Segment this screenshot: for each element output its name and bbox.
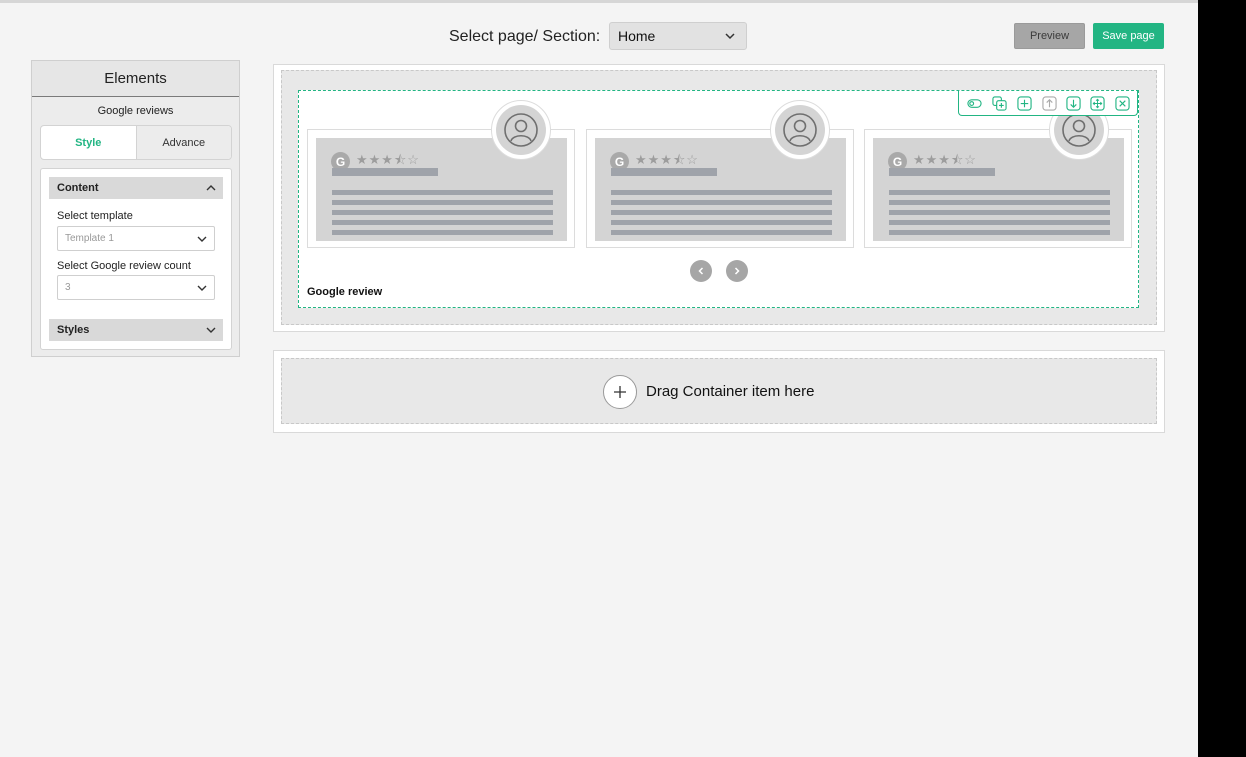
- review-title-placeholder: [332, 168, 438, 176]
- move-icon[interactable]: [1090, 96, 1105, 111]
- review-text-placeholder: [889, 220, 1110, 225]
- review-text-placeholder: [611, 190, 832, 195]
- review-text-placeholder: [611, 200, 832, 205]
- settings-accordion: Content Select template Template 1 Selec…: [40, 168, 232, 350]
- chevron-left-icon: [698, 267, 704, 275]
- review-title-placeholder: [889, 168, 995, 176]
- save-page-button[interactable]: Save page: [1093, 23, 1164, 49]
- template-select[interactable]: Template 1: [57, 226, 215, 251]
- chevron-down-icon: [206, 327, 216, 333]
- carousel-next-button[interactable]: [726, 260, 748, 282]
- review-count-select[interactable]: 3: [57, 275, 215, 300]
- review-text-placeholder: [332, 210, 553, 215]
- review-text-placeholder: [611, 210, 832, 215]
- styles-section-header[interactable]: Styles: [49, 319, 223, 341]
- elements-panel: Elements Google reviews Style Advance Co…: [31, 60, 240, 357]
- element-name: Google reviews: [97, 105, 174, 117]
- move-down-icon[interactable]: [1066, 96, 1081, 111]
- avatar: [770, 100, 830, 160]
- chevron-up-icon: [206, 185, 216, 191]
- tab-style[interactable]: Style: [41, 126, 137, 159]
- styles-section-title: Styles: [57, 324, 90, 336]
- chevron-right-icon: [734, 267, 740, 275]
- review-text-placeholder: [332, 200, 553, 205]
- review-text-placeholder: [332, 190, 553, 195]
- plus-icon: [614, 386, 626, 398]
- review-text-placeholder: [889, 190, 1110, 195]
- review-text-placeholder: [889, 210, 1110, 215]
- avatar: [491, 100, 551, 160]
- panel-title: Elements: [32, 61, 239, 97]
- review-title-placeholder: [611, 168, 717, 176]
- add-icon[interactable]: [1017, 96, 1032, 111]
- chevron-down-icon: [197, 236, 207, 242]
- review-text-placeholder: [889, 200, 1110, 205]
- content-section-header[interactable]: Content: [49, 177, 223, 199]
- review-count-field-label: Select Google review count: [57, 260, 191, 272]
- move-up-icon[interactable]: [1042, 96, 1057, 111]
- content-section-title: Content: [57, 182, 99, 194]
- toggle-icon[interactable]: [967, 96, 982, 111]
- close-icon[interactable]: [1115, 96, 1130, 111]
- drag-container-hint: Drag Container item here: [646, 383, 815, 400]
- template-field-label: Select template: [57, 210, 133, 222]
- panel-tabs: Style Advance: [40, 125, 232, 160]
- review-text-placeholder: [889, 230, 1110, 235]
- review-text-placeholder: [611, 220, 832, 225]
- user-icon: [496, 105, 546, 155]
- review-count-select-value: 3: [65, 282, 71, 293]
- page-section-select[interactable]: Home: [609, 22, 747, 50]
- chevron-down-icon: [725, 33, 735, 40]
- widget-toolbar: [958, 91, 1138, 116]
- widget-label: Google review: [307, 286, 383, 298]
- section-select-label: Select page/ Section:: [449, 28, 601, 45]
- page-builder: Select page/ Section: Home Preview Save …: [0, 0, 1198, 757]
- user-icon: [775, 105, 825, 155]
- tab-advance[interactable]: Advance: [136, 126, 231, 159]
- review-text-placeholder: [611, 230, 832, 235]
- preview-button[interactable]: Preview: [1014, 23, 1085, 49]
- add-container-button[interactable]: [603, 375, 637, 409]
- duplicate-icon[interactable]: [992, 96, 1007, 111]
- carousel-prev-button[interactable]: [690, 260, 712, 282]
- page-select-value: Home: [618, 28, 656, 44]
- review-text-placeholder: [332, 230, 553, 235]
- chevron-down-icon: [197, 285, 207, 291]
- template-select-value: Template 1: [65, 233, 114, 244]
- review-text-placeholder: [332, 220, 553, 225]
